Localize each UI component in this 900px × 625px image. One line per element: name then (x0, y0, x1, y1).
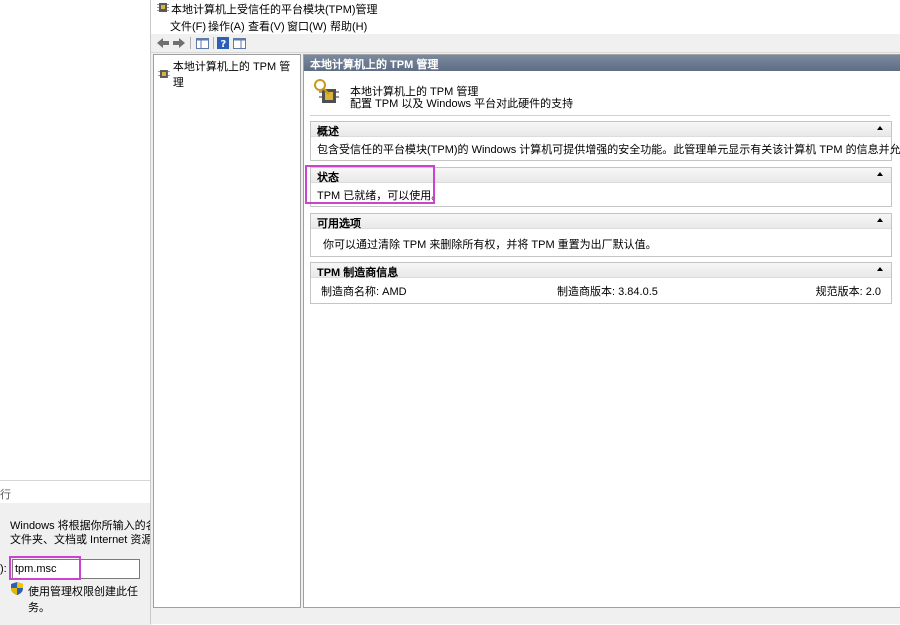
back-arrow-icon (157, 38, 169, 48)
specification-version: 规范版本: 2.0 (815, 286, 881, 298)
overview-title: 概述 (317, 126, 339, 138)
shield-icon (11, 582, 23, 595)
run-dialog: 行 Windows 将根据你所输入的名称，为 文件夹、文档或 Internet … (0, 480, 152, 625)
options-title: 可用选项 (317, 218, 361, 230)
menu-bar: 文件(F) 操作(A) 查看(V) 窗口(W) 帮助(H) (151, 16, 900, 34)
banner-subtitle: 配置 TPM 以及 Windows 平台对此硬件的支持 (350, 98, 574, 110)
window-title: 本地计算机上受信任的平台模块(TPM)管理 (171, 4, 378, 16)
admin-note: 使用管理权限创建此任务。 (28, 586, 138, 614)
banner: 本地计算机上的 TPM 管理 配置 TPM 以及 Windows 平台对此硬件的… (310, 77, 890, 116)
menu-window[interactable]: 窗口(W) (284, 18, 330, 34)
collapse-arrow-icon[interactable] (877, 218, 883, 222)
run-dialog-description: Windows 将根据你所输入的名称，为 文件夹、文档或 Internet 资源… (10, 520, 152, 546)
options-section-header[interactable]: 可用选项 (311, 214, 891, 230)
collapse-arrow-icon[interactable] (877, 267, 883, 271)
overview-section: 概述 包含受信任的平台模块(TPM)的 Windows 计算机可提供增强的安全功… (310, 121, 900, 161)
manufacturer-name: 制造商名称: AMD (321, 286, 407, 298)
available-options-section: 可用选项 你可以通过清除 TPM 来删除所有权，并将 TPM 重置为出厂默认值。 (310, 213, 892, 257)
collapse-arrow-icon[interactable] (877, 126, 883, 130)
status-title: 状态 (317, 172, 339, 184)
console-tree: 本地计算机上的 TPM 管理 (153, 54, 301, 608)
run-dialog-title: 行 (0, 489, 11, 501)
svg-text:?: ? (221, 39, 227, 49)
status-section: 状态 TPM 已就绪，可以使用。 (310, 167, 892, 207)
content-header: 本地计算机上的 TPM 管理 (304, 55, 900, 71)
tpm-key-chip-icon (314, 79, 339, 103)
run-dialog-title-area: 行 (0, 481, 152, 503)
open-input[interactable]: tpm.msc (12, 559, 140, 579)
menu-action[interactable]: 操作(A) (205, 18, 248, 34)
status-bar (151, 608, 900, 624)
menu-help[interactable]: 帮助(H) (327, 18, 370, 34)
toolbar-separator (190, 37, 191, 49)
content-pane: 本地计算机上的 TPM 管理 本地计算机上的 TPM 管理 配置 TPM 以及 … (303, 54, 900, 608)
overview-section-header[interactable]: 概述 (311, 122, 891, 138)
manufacturer-section: TPM 制造商信息 制造商名称: AMD 制造商版本: 3.84.0.5 规范版… (310, 262, 892, 304)
forward-button[interactable] (171, 36, 187, 50)
open-label: ): (0, 563, 7, 575)
manufacturer-version: 制造商版本: 3.84.0.5 (557, 286, 658, 298)
options-text: 你可以通过清除 TPM 来删除所有权，并将 TPM 重置为出厂默认值。 (323, 239, 657, 251)
toolbar-separator (213, 37, 214, 49)
collapse-arrow-icon[interactable] (877, 172, 883, 176)
status-text: TPM 已就绪，可以使用。 (317, 190, 443, 202)
tpm-management-window: 本地计算机上受信任的平台模块(TPM)管理 文件(F) 操作(A) 查看(V) … (150, 0, 900, 624)
tree-item-tpm-management[interactable]: 本地计算机上的 TPM 管理 (158, 58, 300, 90)
forward-arrow-icon (173, 38, 185, 48)
menu-file[interactable]: 文件(F) (167, 18, 209, 34)
show-hide-tree-button[interactable] (194, 36, 210, 50)
tpm-chip-icon (158, 70, 170, 78)
tpm-chip-icon (157, 3, 169, 12)
action-pane-icon (232, 37, 246, 49)
show-hide-action-pane-button[interactable] (231, 36, 247, 50)
help-icon: ? (217, 37, 229, 49)
back-button[interactable] (155, 36, 171, 50)
manufacturer-section-header[interactable]: TPM 制造商信息 (311, 263, 891, 279)
status-section-header[interactable]: 状态 (311, 168, 891, 184)
toolbar: ? (151, 34, 900, 53)
overview-text: 包含受信任的平台模块(TPM)的 Windows 计算机可提供增强的安全功能。此… (317, 144, 900, 156)
menu-view[interactable]: 查看(V) (245, 18, 288, 34)
console-tree-icon (195, 37, 209, 49)
title-bar: 本地计算机上受信任的平台模块(TPM)管理 (151, 0, 900, 16)
manufacturer-title: TPM 制造商信息 (317, 267, 399, 279)
help-button[interactable]: ? (215, 36, 231, 50)
content-header-title: 本地计算机上的 TPM 管理 (310, 59, 439, 71)
tree-item-label: 本地计算机上的 TPM 管理 (172, 61, 291, 89)
